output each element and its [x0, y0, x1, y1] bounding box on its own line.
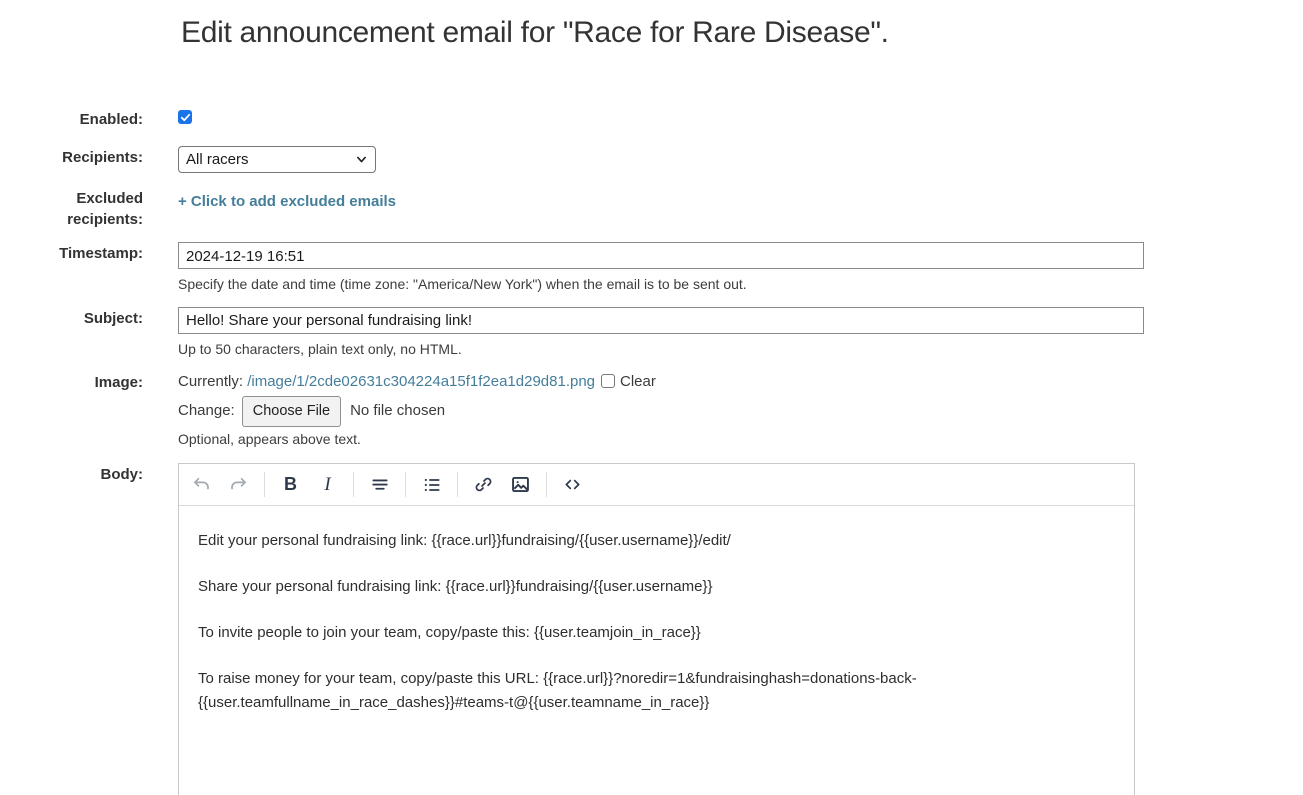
enabled-label: Enabled: — [25, 108, 143, 130]
align-center-icon — [370, 475, 390, 495]
timestamp-row: Timestamp: Specify the date and time (ti… — [25, 242, 1303, 293]
recipients-select[interactable]: All racers — [178, 146, 376, 173]
current-image-link[interactable]: /image/1/2cde02631c304224a15f1f2ea1d29d8… — [247, 373, 595, 390]
excluded-recipients-label: Excluded recipients: — [25, 187, 143, 230]
page-title: Edit announcement email for "Race for Ra… — [181, 16, 1303, 50]
insert-link-button[interactable] — [465, 469, 502, 501]
body-paragraph: To raise money for your team, copy/paste… — [198, 667, 1103, 717]
body-label: Body: — [25, 463, 143, 485]
italic-button[interactable]: I — [309, 469, 346, 501]
no-file-chosen-text: No file chosen — [350, 402, 445, 419]
timestamp-help-text: Specify the date and time (time zone: "A… — [178, 276, 1303, 293]
undo-icon — [191, 474, 212, 495]
recipients-label: Recipients: — [25, 146, 143, 168]
bold-button[interactable]: B — [272, 469, 309, 501]
link-icon — [473, 474, 494, 495]
redo-button[interactable] — [220, 469, 257, 501]
image-currently-label: Currently: — [178, 373, 243, 390]
redo-icon — [228, 474, 249, 495]
subject-input[interactable] — [178, 307, 1144, 334]
body-editor-content[interactable]: Edit your personal fundraising link: {{r… — [179, 506, 1134, 760]
undo-button[interactable] — [183, 469, 220, 501]
announcement-email-form: Enabled: Recipients: All racers Excluded… — [0, 108, 1303, 795]
subject-help-text: Up to 50 characters, plain text only, no… — [178, 341, 1303, 358]
image-icon — [510, 474, 531, 495]
insert-image-button[interactable] — [502, 469, 539, 501]
code-view-button[interactable] — [554, 469, 591, 501]
body-rich-text-editor: B I — [178, 463, 1135, 795]
timestamp-label: Timestamp: — [25, 242, 143, 264]
subject-row: Subject: Up to 50 characters, plain text… — [25, 307, 1303, 358]
align-center-button[interactable] — [361, 469, 398, 501]
enabled-row: Enabled: — [25, 108, 1303, 130]
add-excluded-emails-link[interactable]: + Click to add excluded emails — [178, 193, 396, 210]
clear-image-checkbox[interactable] — [601, 374, 615, 388]
choose-file-button[interactable]: Choose File — [242, 396, 341, 427]
check-icon — [180, 112, 191, 123]
timestamp-input[interactable] — [178, 242, 1144, 269]
body-paragraph: Share your personal fundraising link: {{… — [198, 575, 1103, 600]
body-paragraph: To invite people to join your team, copy… — [198, 621, 1103, 646]
recipients-row: Recipients: All racers — [25, 146, 1303, 173]
body-row: Body: B I — [25, 463, 1303, 795]
toolbar-separator — [353, 472, 354, 497]
subject-label: Subject: — [25, 307, 143, 329]
bullet-list-icon — [422, 475, 442, 495]
bullet-list-button[interactable] — [413, 469, 450, 501]
toolbar-separator — [457, 472, 458, 497]
image-help-text: Optional, appears above text. — [178, 431, 1303, 448]
image-row: Image: Currently: /image/1/2cde02631c304… — [25, 371, 1303, 448]
toolbar-separator — [264, 472, 265, 497]
image-label: Image: — [25, 371, 143, 393]
toolbar-separator — [405, 472, 406, 497]
excluded-recipients-row: Excluded recipients: + Click to add excl… — [25, 187, 1303, 230]
enabled-checkbox[interactable] — [178, 110, 192, 124]
body-paragraph: Edit your personal fundraising link: {{r… — [198, 529, 1103, 554]
image-change-label: Change: — [178, 402, 235, 419]
editor-toolbar: B I — [179, 464, 1134, 506]
code-icon — [562, 474, 583, 495]
clear-image-label: Clear — [620, 373, 656, 390]
toolbar-separator — [546, 472, 547, 497]
